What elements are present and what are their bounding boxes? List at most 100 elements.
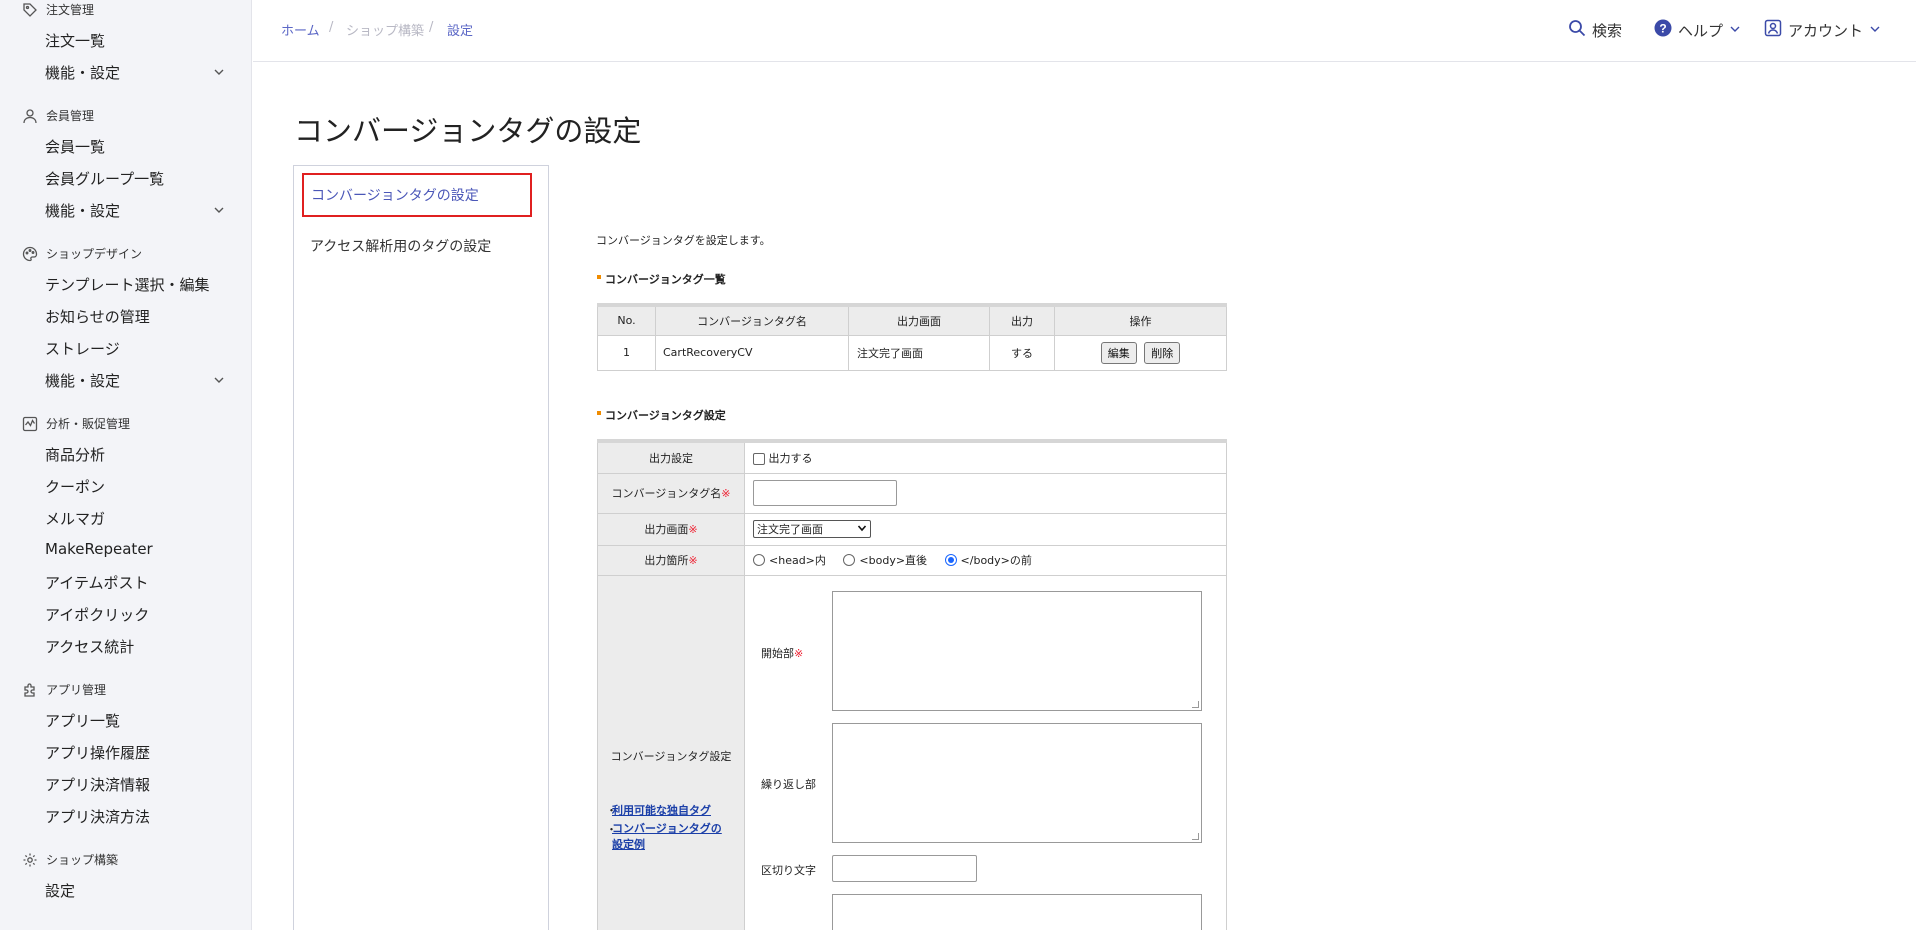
cell-tag-name: CartRecoveryCV xyxy=(655,334,849,371)
chevron-down-icon xyxy=(857,523,867,536)
form-value: 注文完了画面 xyxy=(744,512,1227,546)
chevron-down-icon xyxy=(213,202,225,220)
radio-head[interactable]: <head>内 xyxy=(753,552,826,568)
cell-no: 1 xyxy=(597,334,656,371)
help-icon: ? xyxy=(1654,19,1672,41)
radio-body-start[interactable]: <body>直後 xyxy=(843,552,927,568)
edit-button[interactable]: 編集 xyxy=(1100,341,1137,364)
sidebar-item-news[interactable]: お知らせの管理 xyxy=(45,306,225,327)
section-title-form: コンバージョンタグ設定 xyxy=(597,407,726,423)
resize-handle[interactable] xyxy=(1192,701,1199,708)
form-label: 出力箇所※ xyxy=(597,544,745,576)
conversion-tag-table: No. コンバージョンタグ名 出力画面 出力 操作 1 CartRecovery… xyxy=(597,303,1227,371)
sidebar-item-template[interactable]: テンプレート選択・編集 xyxy=(45,274,225,295)
sidebar-item-member-settings[interactable]: 機能・設定 xyxy=(45,200,225,221)
sidebar-item-coupon[interactable]: クーポン xyxy=(45,476,225,497)
sidebar-item-app-payment-methods[interactable]: アプリ決済方法 xyxy=(45,806,225,827)
end-textarea[interactable] xyxy=(832,894,1202,930)
form-label: 出力設定 xyxy=(597,440,745,474)
search-button[interactable]: 検索 xyxy=(1568,19,1622,41)
account-icon xyxy=(1764,19,1782,41)
sidebar-item-app-list[interactable]: アプリ一覧 xyxy=(45,710,225,731)
repeat-textarea[interactable] xyxy=(832,723,1202,843)
settings-submenu: コンバージョンタグの設定 アクセス解析用のタグの設定 xyxy=(293,165,549,930)
breadcrumb-home[interactable]: ホーム xyxy=(281,20,320,39)
radio-circle xyxy=(753,553,765,566)
sidebar-item-app-history[interactable]: アプリ操作履歴 xyxy=(45,742,225,763)
puzzle-icon xyxy=(22,682,38,698)
tag-name-input[interactable] xyxy=(753,480,897,506)
column-header: コンバージョンタグ名 xyxy=(655,304,849,336)
cell-output: する xyxy=(989,334,1055,371)
cell-actions: 編集 削除 xyxy=(1054,334,1227,371)
page-description: コンバージョンタグを設定します。 xyxy=(596,234,771,247)
output-checkbox-label: 出力する xyxy=(768,451,813,465)
sidebar-item-shop-settings[interactable]: 設定 xyxy=(45,880,225,901)
form-label: コンバージョンタグ設定 xyxy=(597,574,745,930)
delete-button[interactable]: 削除 xyxy=(1144,341,1181,364)
sidebar-section-apps: アプリ管理 xyxy=(22,681,106,698)
user-icon xyxy=(22,108,38,124)
submenu-item-conversion-tag[interactable]: コンバージョンタグの設定 xyxy=(302,173,532,217)
sidebar-item-itempost[interactable]: アイテムポスト xyxy=(45,572,225,593)
form-label: コンバージョンタグ名※ xyxy=(597,472,745,514)
separator-label: 区切り文字 xyxy=(761,864,816,877)
table-row: 1 CartRecoveryCV 注文完了画面 する 編集 削除 xyxy=(597,334,1227,371)
chevron-down-icon xyxy=(1729,21,1741,39)
breadcrumb-settings[interactable]: 設定 xyxy=(447,20,473,39)
form-row-output-setting: 出力設定 出力する xyxy=(597,440,1227,474)
sidebar-section-members: 会員管理 xyxy=(22,107,94,124)
sidebar-item-mailmagazine[interactable]: メルマガ xyxy=(45,508,225,529)
help-menu-button[interactable]: ? ヘルプ xyxy=(1654,19,1741,41)
sidebar-item-app-payment-info[interactable]: アプリ決済情報 xyxy=(45,774,225,795)
tag-examples-link[interactable]: コンバージョンタグの設定例 xyxy=(612,821,732,853)
output-checkbox[interactable] xyxy=(753,452,765,465)
form-row-output-screen: 出力画面※ 注文完了画面 xyxy=(597,512,1227,546)
sidebar-item-member-groups[interactable]: 会員グループ一覧 xyxy=(45,168,225,189)
palette-icon xyxy=(22,246,38,262)
svg-text:?: ? xyxy=(1659,22,1666,36)
sidebar-item-member-list[interactable]: 会員一覧 xyxy=(45,136,225,157)
available-tags-link[interactable]: 利用可能な独自タグ xyxy=(612,802,711,818)
sidebar-item-makerepeater[interactable]: MakeRepeater xyxy=(45,540,225,558)
radio-body-end[interactable]: </body>の前 xyxy=(944,552,1032,568)
section-marker xyxy=(597,411,601,415)
required-mark: ※ xyxy=(721,487,731,500)
cell-output-screen: 注文完了画面 xyxy=(848,334,990,371)
form-row-tag-name: コンバージョンタグ名※ xyxy=(597,472,1227,514)
resize-handle[interactable] xyxy=(1192,833,1199,840)
sidebar-item-storage[interactable]: ストレージ xyxy=(45,338,225,359)
required-mark: ※ xyxy=(688,554,698,567)
sidebar-item-order-list[interactable]: 注文一覧 xyxy=(45,30,225,51)
submenu-item-analytics-tag[interactable]: アクセス解析用のタグの設定 xyxy=(310,236,491,256)
chevron-down-icon xyxy=(1869,21,1881,39)
output-screen-select[interactable]: 注文完了画面 xyxy=(753,520,871,538)
table-header-row: No. コンバージョンタグ名 出力画面 出力 操作 xyxy=(597,304,1227,336)
sidebar-item-design-settings[interactable]: 機能・設定 xyxy=(45,370,225,391)
page-title: コンバージョンタグの設定 xyxy=(294,114,642,148)
column-header: 操作 xyxy=(1054,304,1227,336)
chart-icon xyxy=(22,416,38,432)
sidebar-item-product-analysis[interactable]: 商品分析 xyxy=(45,444,225,465)
sidebar-item-access-stats[interactable]: アクセス統計 xyxy=(45,636,225,657)
separator-input[interactable] xyxy=(832,855,977,882)
sidebar-section-design: ショップデザイン xyxy=(22,245,142,262)
radio-circle xyxy=(843,553,856,566)
breadcrumb-shop-build[interactable]: ショップ構築 xyxy=(346,20,424,39)
start-label: 開始部※ xyxy=(761,647,804,660)
start-textarea[interactable] xyxy=(832,591,1202,711)
section-marker xyxy=(597,275,601,279)
required-mark: ※ xyxy=(688,523,698,536)
account-menu-button[interactable]: アカウント xyxy=(1764,19,1881,41)
column-header: 出力 xyxy=(989,304,1055,336)
form-value: <head>内 <body>直後 </body>の前 xyxy=(744,544,1227,576)
form-value: 出力する xyxy=(744,440,1227,474)
sidebar-section-shop-build: ショップ構築 xyxy=(22,851,118,868)
top-header: ホーム / ショップ構築 / 設定 検索 ? ヘルプ アカウント xyxy=(253,0,1916,62)
sidebar-section-analytics: 分析・販促管理 xyxy=(22,415,130,432)
sidebar-item-order-settings[interactable]: 機能・設定 xyxy=(45,62,225,83)
column-header: No. xyxy=(597,304,656,336)
chevron-down-icon xyxy=(213,64,225,82)
sidebar-item-aipoclick[interactable]: アイポクリック xyxy=(45,604,225,625)
gear-icon xyxy=(22,852,38,868)
